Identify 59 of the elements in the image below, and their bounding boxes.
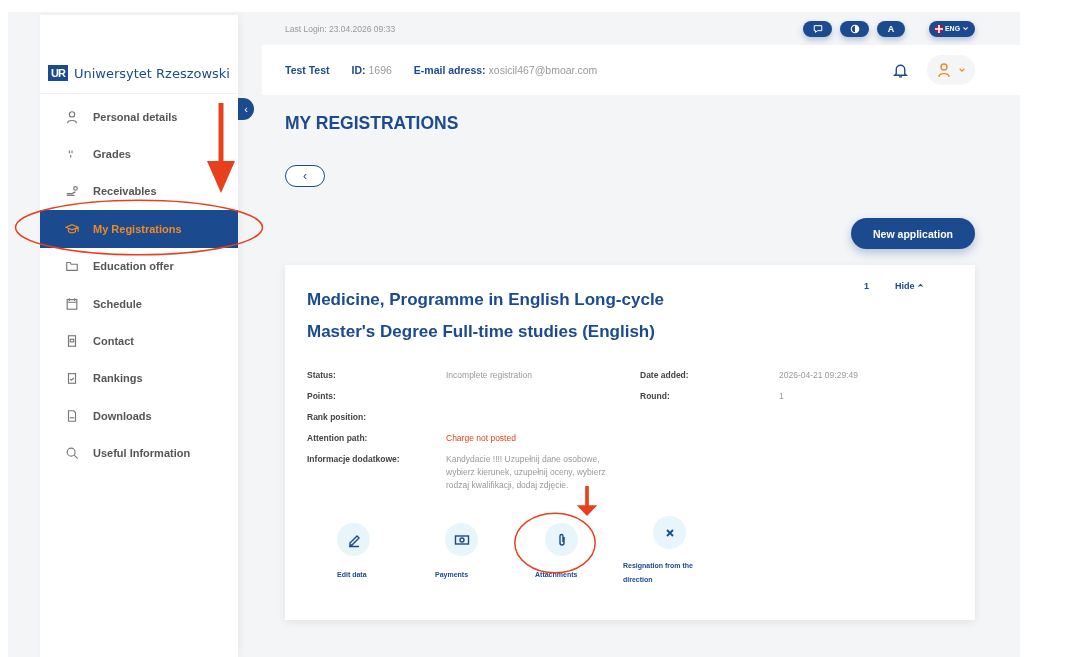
field-value: 1 <box>779 390 785 403</box>
field-value: Kandydacie !!!! Uzupełnij dane osobowe, wybierz kierunek, uzupełnij oceny, wybierz rodzaj kwalifikacji, dodaj zdjęcie. <box>446 453 607 492</box>
field-label: Points: <box>307 390 337 403</box>
sidebar-item[interactable]: Receivables <box>40 172 238 211</box>
registration-title: Medicine, Programme in English Long-cycle <box>307 289 666 311</box>
back-button[interactable]: ‹ <box>285 165 325 187</box>
caret-icon <box>962 25 970 32</box>
folder-icon <box>65 259 79 274</box>
graduation-cap-icon <box>65 221 79 236</box>
edit-button[interactable] <box>337 523 370 556</box>
registration-title: Master's Degree Full-time studies (English) <box>307 321 656 343</box>
field-value: Charge not posted <box>446 432 517 445</box>
file-icon <box>65 408 79 423</box>
font-size-button[interactable]: A <box>877 20 905 37</box>
caret-icon <box>917 282 924 289</box>
user-name: Test Test <box>285 64 330 76</box>
document-icon <box>65 334 79 349</box>
collapse-button[interactable]: ‹ <box>238 98 254 120</box>
sidebar-item[interactable]: Grades <box>40 135 238 173</box>
field-label: Date added: <box>640 369 690 382</box>
field-label: Round: <box>640 390 671 403</box>
person-icon <box>65 109 79 124</box>
logo-text: Uniwersytet Rzeszowski <box>73 65 230 81</box>
logo-mark: UR <box>48 65 68 81</box>
field-label: Informacje dodatkowe: <box>307 453 401 466</box>
search-icon <box>65 446 79 461</box>
sidebar-item[interactable]: Rankings <box>40 359 238 398</box>
contrast-button[interactable] <box>840 20 869 37</box>
flag-icon <box>934 24 943 33</box>
sidebar-item[interactable]: Education offer <box>40 247 238 285</box>
field-label: Attention path: <box>307 432 369 445</box>
last-login-text: Last Login: 23.04.2026 09:33 <box>285 23 396 34</box>
field-value: Incomplete registration <box>446 369 533 382</box>
resign-button[interactable] <box>653 516 686 549</box>
registration-number: 1 <box>863 281 869 291</box>
new-application-button[interactable]: New application <box>851 218 975 249</box>
field-value: 2026-04-21 09:29:49 <box>779 369 859 382</box>
sidebar-item[interactable]: Downloads <box>40 397 238 435</box>
calendar-icon <box>65 296 79 311</box>
hide-link[interactable]: Hide <box>895 281 924 291</box>
caret-icon <box>958 66 966 74</box>
contrast-icon <box>849 23 860 34</box>
chat-icon <box>812 23 823 34</box>
user-id: ID: 1696 <box>351 64 392 76</box>
payments-button[interactable] <box>445 523 478 556</box>
field-label: Status: <box>307 369 337 382</box>
sidebar-item[interactable]: Contact <box>40 322 238 360</box>
annotation-arrow <box>576 486 598 516</box>
field-label: Rank position: <box>307 411 368 424</box>
sidebar-item[interactable]: Schedule <box>40 284 238 323</box>
chat-button[interactable] <box>803 20 832 37</box>
person-icon <box>936 62 952 78</box>
attachments-button[interactable] <box>545 523 578 556</box>
bell-icon[interactable] <box>892 61 909 79</box>
clipboard-icon <box>65 371 79 386</box>
sidebar-item[interactable]: Useful Information <box>40 434 238 472</box>
sidebar-item[interactable]: Personal details <box>40 98 238 136</box>
page-title: MY REGISTRATIONS <box>285 113 460 134</box>
user-email: E-mail adress: xosicil467@bmoar.com <box>413 64 598 76</box>
